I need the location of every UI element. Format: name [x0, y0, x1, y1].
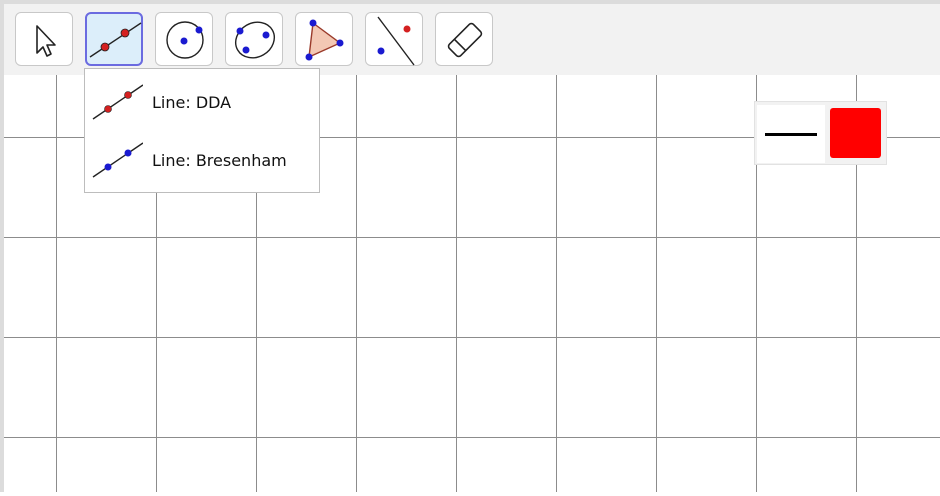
arrow-cursor-icon — [36, 25, 56, 57]
reflect-line-icon — [377, 16, 415, 66]
tool-reflect-button[interactable] — [365, 12, 423, 66]
line-tool-menu: Line: DDA Line: Bresenham — [84, 68, 320, 193]
ellipse-three-points-icon — [235, 21, 275, 59]
menu-item-line-bresenham[interactable]: Line: Bresenham — [85, 129, 319, 185]
tool-line-button[interactable] — [85, 12, 143, 66]
line-bresenham-icon — [92, 142, 143, 178]
menu-item-label: Line: DDA — [152, 93, 232, 112]
menu-item-label: Line: Bresenham — [152, 151, 287, 170]
eraser-icon — [447, 22, 483, 58]
menu-item-line-dda[interactable]: Line: DDA — [85, 71, 319, 127]
style-panel — [754, 101, 887, 165]
polygon-icon — [305, 19, 344, 61]
circle-center-point-icon — [166, 21, 204, 59]
color-swatch-button[interactable] — [830, 108, 881, 158]
tool-polygon-button[interactable] — [295, 12, 353, 66]
tool-select-button[interactable] — [15, 12, 73, 66]
toolbar — [4, 4, 940, 75]
line-style-button[interactable] — [757, 105, 825, 163]
solid-line-icon — [765, 133, 817, 136]
tool-eraser-button[interactable] — [435, 12, 493, 66]
tool-circle-button[interactable] — [155, 12, 213, 66]
line-dda-icon — [92, 84, 143, 120]
line-two-points-icon — [89, 22, 142, 58]
tool-ellipse-button[interactable] — [225, 12, 283, 66]
